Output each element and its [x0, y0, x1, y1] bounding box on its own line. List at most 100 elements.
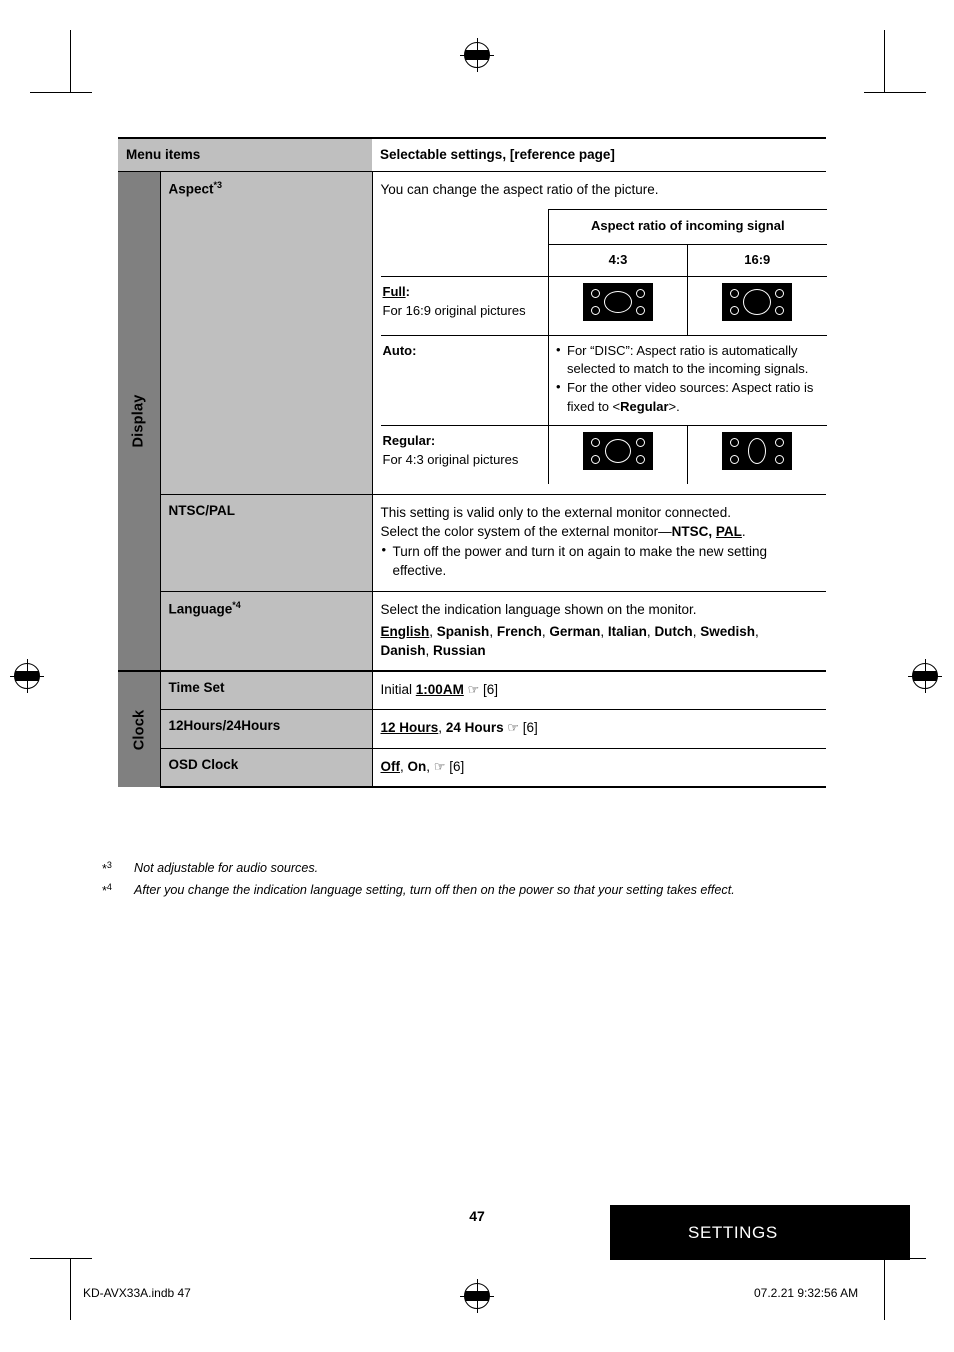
pointing-hand-icon: ☞	[467, 681, 480, 697]
language-value-dutch: Dutch	[654, 623, 693, 639]
aspect-intro: You can change the aspect ratio of the p…	[380, 182, 659, 197]
language-value-german: German	[549, 623, 601, 639]
language-value-russian: Russian	[433, 642, 486, 658]
header-menu-items: Menu items	[118, 137, 373, 172]
aspect-full-4-3-image	[548, 276, 688, 336]
aspect-table-header-row: Aspect ratio of incoming signal	[381, 209, 827, 245]
table-row-aspect: Display Aspect*3 You can change the aspe…	[118, 171, 827, 671]
table-row-12-24-hours: 12Hours/24Hours 12 Hours, 24 Hours ☞ [6]	[118, 709, 827, 749]
language-value-danish: Danish	[380, 642, 426, 658]
setting-language: Select the indication language shown on …	[372, 591, 827, 671]
crop-mark-top-left-h	[30, 92, 92, 93]
aspect-auto-colon: :	[412, 342, 417, 358]
aspect-row-full: Full: For 16:9 original pictures	[380, 276, 827, 336]
crop-mark-top-left-v	[70, 30, 71, 92]
category-clock: Clock	[118, 669, 161, 788]
crop-mark-bottom-left-h	[30, 1258, 92, 1259]
crop-mark-top-right-h	[864, 92, 926, 93]
footer-timestamp: 07.2.21 9:32:56 AM	[754, 1286, 859, 1300]
setting-aspect: You can change the aspect ratio of the p…	[372, 172, 827, 495]
footnote-ref-3: *3	[213, 180, 223, 190]
menu-item-ntsc-pal-label: NTSC/PAL	[168, 502, 236, 518]
aspect-auto-bullet-2: For the other video sources: Aspect rati…	[555, 378, 821, 416]
crop-mark-top-right-v	[884, 30, 885, 92]
aspect-full-desc: For 16:9 original pictures	[382, 302, 526, 318]
table-row-ntsc-pal: NTSC/PAL This setting is valid only to t…	[118, 493, 827, 592]
menu-item-ntsc-pal: NTSC/PAL	[160, 493, 373, 592]
footer-file-name: KD-AVX33A.indb 47	[83, 1286, 191, 1300]
aspect-auto-bullet-1: For “DISC”: Aspect ratio is automaticall…	[555, 341, 821, 379]
aspect-auto-label-cell: Auto:	[380, 334, 549, 426]
menu-item-time-set: Time Set	[160, 669, 373, 710]
setting-time-set: Initial 1:00AM ☞ [6]	[372, 669, 827, 710]
pointing-hand-icon: ☞	[433, 758, 446, 774]
footnotes: *3 Not adjustable for audio sources. *4 …	[102, 859, 832, 903]
footnote-3-text: Not adjustable for audio sources.	[134, 861, 319, 875]
menu-item-12-24-hours-label: 12Hours/24Hours	[168, 718, 281, 734]
crop-mark-bottom-right-v	[884, 1258, 885, 1320]
table-row-osd-clock: OSD Clock Off, On, ☞ [6]	[118, 747, 827, 789]
aspect-incoming-signal-header: Aspect ratio of incoming signal	[548, 209, 827, 245]
osd-clock-ref: [6]	[449, 758, 465, 774]
language-value-french: French	[496, 623, 542, 639]
registration-mark-left	[10, 659, 44, 693]
aspect-full-colon: :	[405, 284, 410, 300]
registration-mark-bottom	[460, 1279, 494, 1313]
hours-value-24: 24 Hours	[445, 720, 504, 736]
setting-12-24-hours: 12 Hours, 24 Hours ☞ [6]	[372, 709, 827, 749]
aspect-regular-label: Regular	[382, 433, 431, 449]
aspect-subheader-spacer	[381, 244, 549, 276]
ntsc-line-2-post: .	[741, 523, 746, 539]
language-value-spanish: Spanish	[436, 623, 490, 639]
osd-clock-value-on: On	[407, 758, 427, 774]
menu-item-language: Language*4	[160, 591, 373, 671]
osd-clock-value-off: Off	[380, 758, 401, 774]
aspect-header-spacer	[381, 210, 549, 244]
language-values: English, Spanish, French, German, Italia…	[380, 623, 759, 658]
menu-item-language-label: Language	[168, 601, 233, 617]
aspect-auto-bullet-2-pre: For the other video sources: Aspect rati…	[567, 380, 814, 414]
ntsc-line-1: This setting is valid only to the extern…	[380, 504, 731, 520]
aspect-auto-label: Auto	[382, 342, 413, 358]
language-value-english: English	[380, 623, 430, 639]
aspect-full-16-9-image	[687, 276, 827, 336]
footnote-ref-4: *4	[232, 600, 241, 611]
time-set-ref: [6]	[483, 681, 499, 697]
ntsc-line-2: Select the color system of the external …	[381, 522, 821, 541]
menu-item-osd-clock: OSD Clock	[160, 747, 373, 789]
footnote-4: *4 After you change the indication langu…	[102, 881, 832, 901]
setting-osd-clock: Off, On, ☞ [6]	[372, 747, 827, 789]
category-clock-label: Clock	[130, 709, 147, 750]
menu-item-aspect: Aspect*3	[160, 171, 373, 495]
settings-banner-label: SETTINGS	[688, 1222, 778, 1242]
aspect-regular-4-3-image	[548, 425, 688, 484]
category-display-label: Display	[130, 394, 147, 448]
hours-ref: [6]	[522, 720, 538, 736]
footnote-3-mark: *3	[102, 860, 112, 877]
aspect-auto-bullet-2-post: >.	[668, 398, 680, 414]
pointing-hand-icon: ☞	[507, 720, 520, 736]
aspect-full-label: Full	[382, 284, 406, 300]
footnote-4-text: After you change the indication language…	[134, 883, 735, 898]
ntsc-value-pal: PAL	[715, 523, 742, 539]
registration-mark-right	[908, 659, 942, 693]
aspect-table-subheader-row: 4:3 16:9	[381, 244, 827, 278]
ntsc-bullet: Turn off the power and turn it on again …	[381, 541, 821, 580]
language-line-1: Select the indication language shown on …	[380, 602, 697, 618]
footnote-4-mark: *4	[102, 882, 112, 899]
menu-item-aspect-label: Aspect	[168, 181, 214, 197]
time-set-value: 1:00AM	[415, 681, 464, 697]
time-set-initial-word: Initial	[380, 681, 413, 697]
ntsc-line-2-pre: Select the color system of the external …	[380, 523, 672, 539]
aspect-row-regular: Regular: For 4:3 original pictures	[380, 425, 827, 484]
ntsc-value-ntsc: NTSC,	[671, 523, 713, 539]
language-value-swedish: Swedish	[700, 623, 755, 639]
settings-table: Menu items Selectable settings, [referen…	[118, 137, 827, 789]
aspect-ratio-table: Aspect ratio of incoming signal 4:3 16:9…	[380, 209, 827, 484]
table-row-language: Language*4 Select the indication languag…	[118, 591, 827, 671]
menu-item-12-24-hours: 12Hours/24Hours	[160, 709, 373, 749]
category-display: Display	[118, 171, 161, 671]
aspect-regular-label-cell: Regular: For 4:3 original pictures	[380, 425, 549, 484]
aspect-regular-colon: :	[430, 433, 436, 449]
menu-item-osd-clock-label: OSD Clock	[168, 756, 239, 772]
